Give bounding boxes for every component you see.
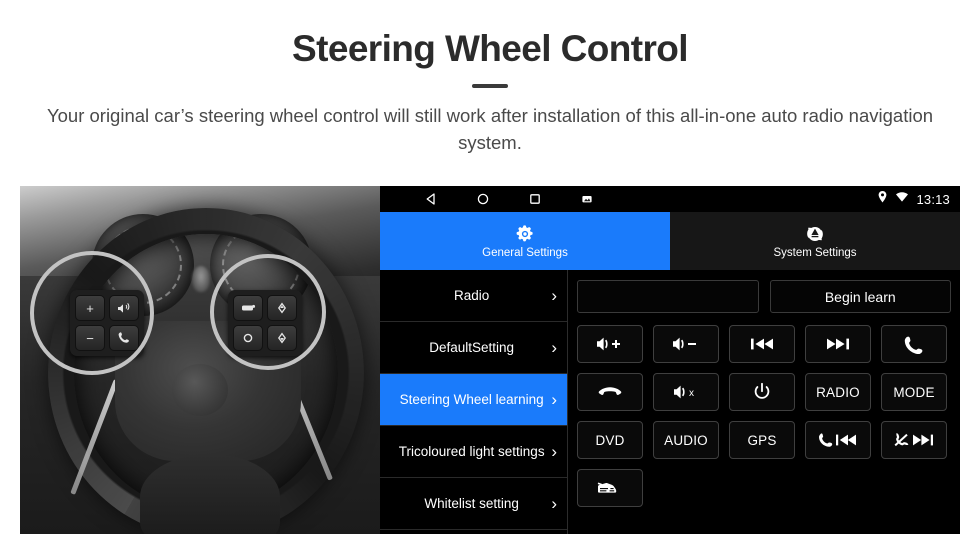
car-info-icon xyxy=(595,477,625,499)
steering-wheel-learning-panel: Begin learn x RADIO MODE DVD AUDIO GPS xyxy=(568,270,960,534)
mode-button[interactable]: MODE xyxy=(881,373,947,411)
highlight-circle-left-cluster xyxy=(30,251,154,375)
screenshot-icon[interactable] xyxy=(580,192,594,206)
hangup-next-icon xyxy=(892,432,936,448)
settings-tabs: General Settings System Settings xyxy=(380,212,960,270)
tab-general-settings-label: General Settings xyxy=(482,246,568,259)
back-icon[interactable] xyxy=(424,192,438,206)
learnable-keys-grid: x RADIO MODE DVD AUDIO GPS xyxy=(577,325,951,507)
previous-track-icon xyxy=(748,335,776,353)
learn-input-field[interactable] xyxy=(577,280,759,313)
chevron-right-icon: › xyxy=(551,389,557,409)
page-subtitle: Your original car’s steering wheel contr… xyxy=(46,105,934,153)
call-hangup-button[interactable] xyxy=(577,373,643,411)
settings-body: Radio › DefaultSetting › Steering Wheel … xyxy=(380,270,960,534)
wheel-spoke-bottom xyxy=(140,454,280,534)
next-track-button[interactable] xyxy=(805,325,871,363)
header: Steering Wheel Control Your original car… xyxy=(0,0,980,156)
svg-text:x: x xyxy=(689,388,694,399)
sidebar-item-label: Radio xyxy=(454,287,490,303)
settings-sidebar: Radio › DefaultSetting › Steering Wheel … xyxy=(380,270,568,534)
sidebar-item-radio[interactable]: Radio › xyxy=(380,270,567,322)
learn-controls-row: Begin learn xyxy=(577,280,951,313)
radio-button[interactable]: RADIO xyxy=(805,373,871,411)
volume-down-button[interactable] xyxy=(653,325,719,363)
recents-icon[interactable] xyxy=(528,192,542,206)
location-pin-icon xyxy=(877,190,888,209)
call-answer-icon xyxy=(902,334,926,354)
call-hangup-icon xyxy=(596,384,624,400)
sidebar-item-whitelist-setting[interactable]: Whitelist setting › xyxy=(380,478,567,530)
tab-general-settings[interactable]: General Settings xyxy=(380,212,670,270)
next-track-icon xyxy=(824,335,852,353)
chevron-right-icon: › xyxy=(551,285,557,305)
wifi-icon xyxy=(895,190,909,208)
tab-system-settings[interactable]: System Settings xyxy=(670,212,960,270)
tab-system-settings-label: System Settings xyxy=(773,246,857,259)
photo-background: + − xyxy=(20,186,380,534)
status-indicators: 13:13 xyxy=(877,186,950,212)
sidebar-item-label: Whitelist setting xyxy=(424,495,519,511)
call-previous-button[interactable] xyxy=(805,421,871,459)
home-icon[interactable] xyxy=(476,192,490,206)
page-title: Steering Wheel Control xyxy=(292,28,688,69)
volume-down-icon xyxy=(671,335,701,353)
gps-button[interactable]: GPS xyxy=(729,421,795,459)
navigation-bar xyxy=(380,192,594,206)
status-clock: 13:13 xyxy=(916,191,950,207)
power-button[interactable] xyxy=(729,373,795,411)
car-info-button[interactable] xyxy=(577,469,643,507)
highlight-circle-right-cluster xyxy=(210,254,326,370)
chevron-right-icon: › xyxy=(551,441,557,461)
mute-button[interactable]: x xyxy=(653,373,719,411)
audio-button[interactable]: AUDIO xyxy=(653,421,719,459)
volume-up-button[interactable] xyxy=(577,325,643,363)
previous-track-button[interactable] xyxy=(729,325,795,363)
power-icon xyxy=(752,382,772,402)
android-status-bar: 13:13 xyxy=(380,186,960,212)
sidebar-item-label: Tricoloured light settings xyxy=(398,443,545,459)
dvd-button[interactable]: DVD xyxy=(577,421,643,459)
mute-icon: x xyxy=(672,383,700,401)
call-answer-button[interactable] xyxy=(881,325,947,363)
sidebar-item-label: DefaultSetting xyxy=(429,339,515,355)
sidebar-item-label: Steering Wheel learning xyxy=(399,391,544,407)
chevron-right-icon: › xyxy=(551,337,557,357)
head-unit-screen: 13:13 General Settings System Settings R… xyxy=(380,186,960,534)
sidebar-item-tricoloured-light-settings[interactable]: Tricoloured light settings › xyxy=(380,426,567,478)
horn-pad xyxy=(172,364,228,416)
steering-wheel-photo: + − xyxy=(20,186,380,534)
title-divider xyxy=(472,84,508,88)
call-previous-icon xyxy=(817,432,859,448)
page-root: Steering Wheel Control Your original car… xyxy=(0,0,980,545)
system-settings-icon xyxy=(805,224,825,244)
sidebar-item-defaultsetting[interactable]: DefaultSetting › xyxy=(380,322,567,374)
volume-up-icon xyxy=(595,335,625,353)
sidebar-item-steering-wheel-learning[interactable]: Steering Wheel learning › xyxy=(380,374,567,426)
content-band: + − 13:13 General Settings System Settin… xyxy=(20,186,960,534)
hangup-next-button[interactable] xyxy=(881,421,947,459)
begin-learn-button[interactable]: Begin learn xyxy=(769,280,951,313)
gear-icon xyxy=(515,224,535,244)
chevron-right-icon: › xyxy=(551,493,557,513)
